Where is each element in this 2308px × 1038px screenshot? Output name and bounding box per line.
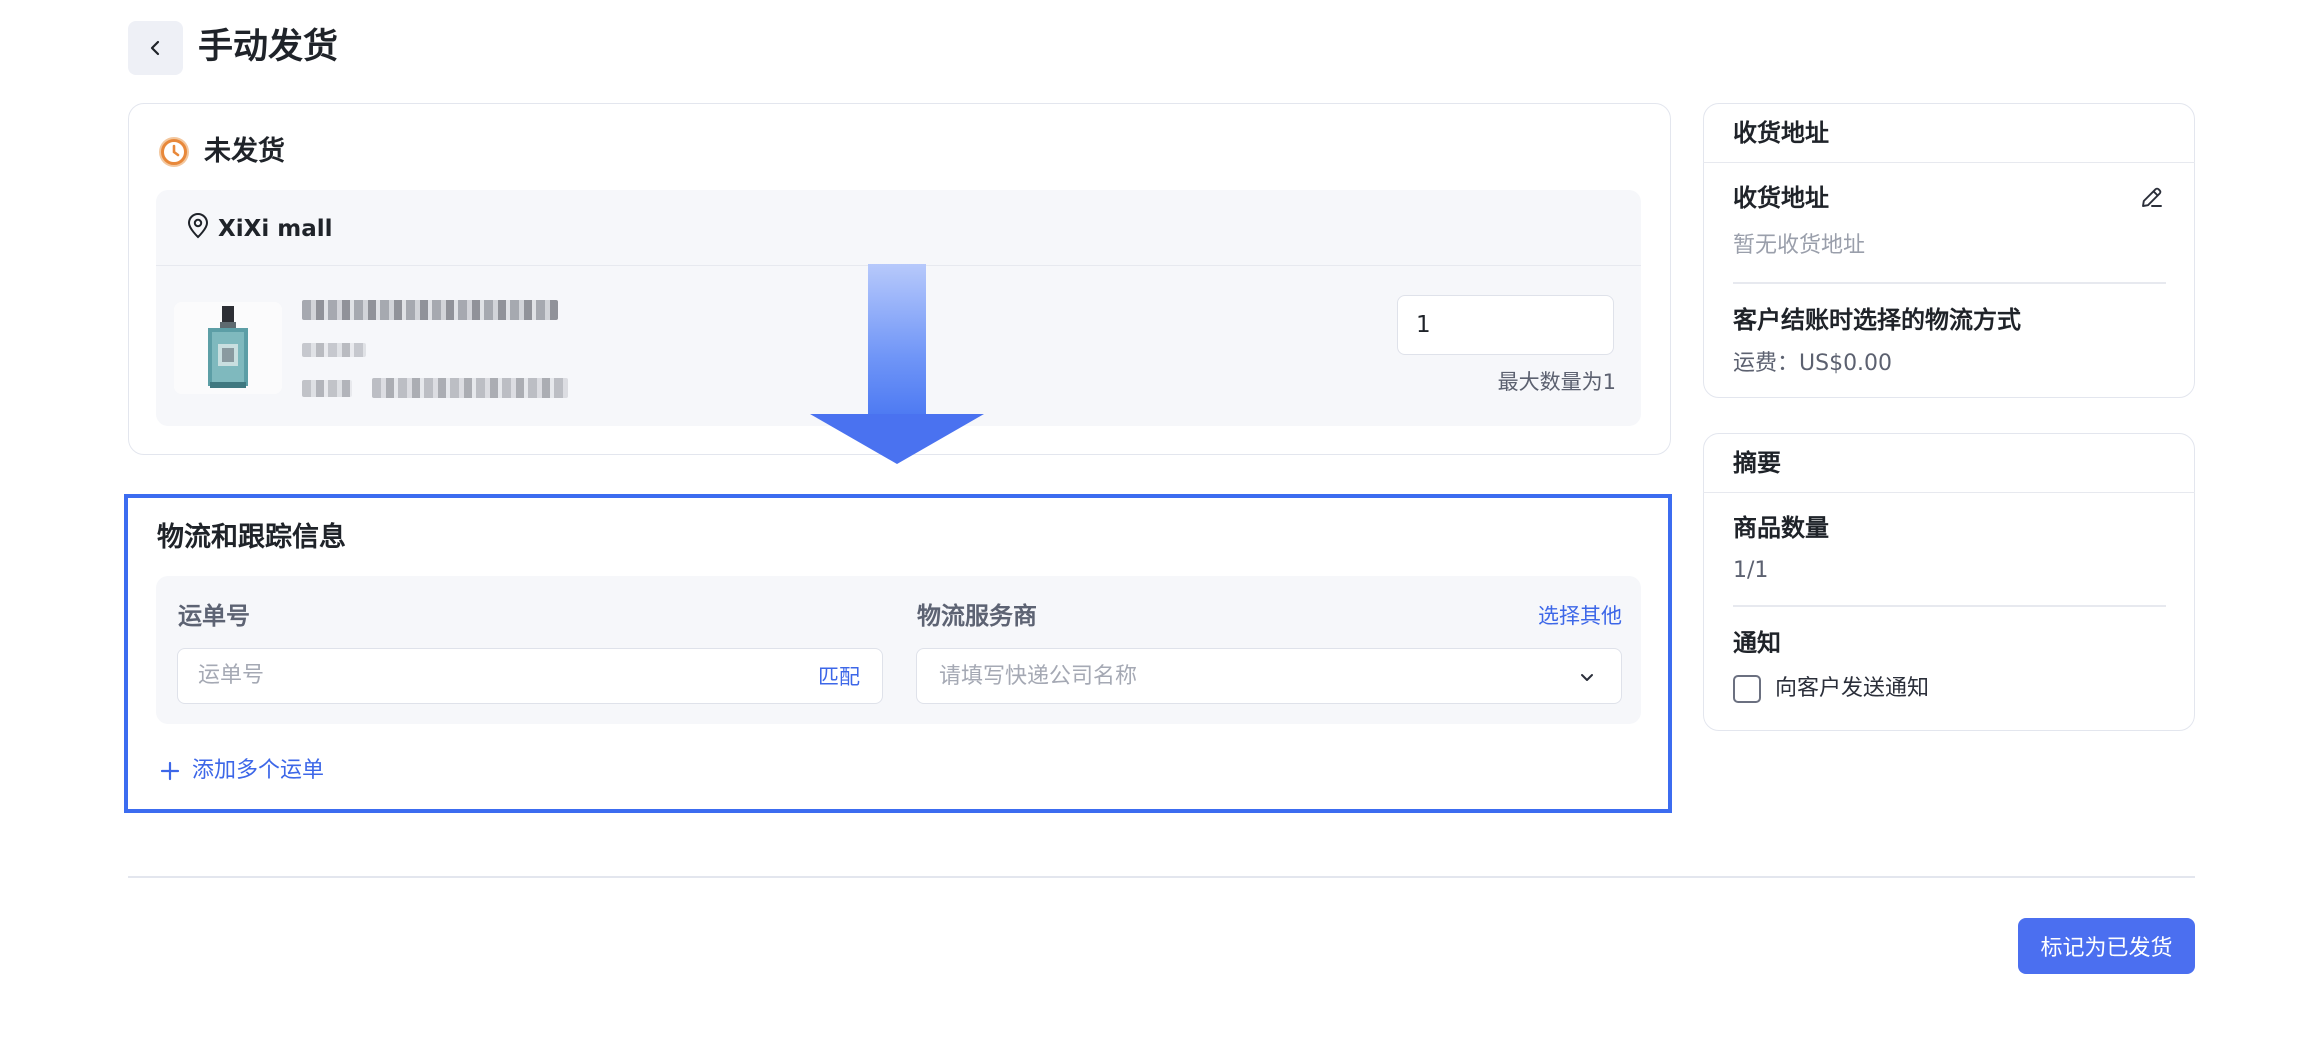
page-title: 手动发货 bbox=[198, 27, 339, 67]
match-button[interactable]: 匹配 bbox=[818, 663, 860, 691]
add-multiple-tracking-button[interactable]: 添加多个运单 bbox=[160, 756, 324, 786]
quantity-input[interactable]: 1 bbox=[1397, 295, 1614, 355]
carrier-label: 物流服务商 bbox=[917, 602, 1037, 630]
location-pin-icon bbox=[186, 213, 210, 243]
logistics-title: 物流和跟踪信息 bbox=[157, 522, 346, 553]
product-sku-value-blurred bbox=[372, 378, 568, 398]
back-button[interactable] bbox=[128, 21, 183, 75]
footer-divider bbox=[128, 876, 2195, 878]
chevron-left-icon bbox=[150, 40, 159, 56]
store-header bbox=[156, 190, 1641, 266]
notify-customer-checkbox[interactable] bbox=[1733, 675, 1761, 703]
shipping-fee: 运费：US$0.00 bbox=[1733, 351, 1893, 376]
add-multiple-tracking-label: 添加多个运单 bbox=[192, 758, 325, 783]
product-thumbnail bbox=[174, 302, 282, 394]
tracking-number-label: 运单号 bbox=[178, 602, 250, 630]
product-variant-blurred bbox=[302, 343, 366, 357]
select-other-carrier-link[interactable]: 选择其他 bbox=[1538, 602, 1622, 630]
summary-title: 摘要 bbox=[1733, 449, 1781, 477]
chevron-down-icon bbox=[1581, 674, 1593, 681]
summary-divider bbox=[1733, 605, 2166, 607]
notify-label: 通知 bbox=[1733, 629, 1781, 657]
carrier-placeholder: 请填写快递公司名称 bbox=[939, 664, 1138, 689]
clock-icon bbox=[158, 136, 190, 168]
tracking-number-field: 匹配 bbox=[177, 648, 883, 704]
tracking-number-input[interactable] bbox=[198, 649, 758, 702]
item-count-label: 商品数量 bbox=[1733, 514, 1829, 542]
address-divider bbox=[1733, 282, 2166, 284]
product-title-blurred bbox=[302, 300, 558, 320]
address-card-title: 收货地址 bbox=[1733, 119, 1829, 147]
max-quantity-hint: 最大数量为1 bbox=[1497, 370, 1616, 394]
address-section-title: 收货地址 bbox=[1733, 184, 1829, 212]
fulfillment-status: 未发货 bbox=[204, 136, 285, 167]
product-sku-label-blurred bbox=[302, 380, 352, 397]
annotation-arrow-head bbox=[810, 414, 984, 464]
store-name: XiXi mall bbox=[218, 216, 333, 242]
address-empty-text: 暂无收货地址 bbox=[1733, 233, 1866, 258]
carrier-select[interactable]: 请填写快递公司名称 bbox=[916, 648, 1622, 704]
plus-icon bbox=[160, 761, 180, 781]
notify-customer-label[interactable]: 向客户发送通知 bbox=[1775, 674, 1929, 704]
mark-as-shipped-button[interactable]: 标记为已发货 bbox=[2018, 918, 2195, 974]
shipping-method-title: 客户结账时选择的物流方式 bbox=[1733, 306, 2021, 334]
item-count-value: 1/1 bbox=[1733, 558, 1769, 583]
edit-address-icon[interactable] bbox=[2139, 184, 2165, 214]
annotation-arrow-shaft bbox=[868, 264, 926, 420]
